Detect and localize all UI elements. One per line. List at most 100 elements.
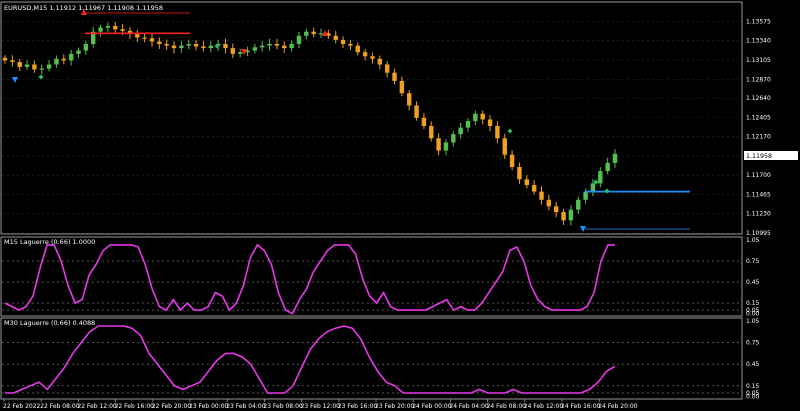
candle-body [429,125,434,139]
candle-body [443,142,449,151]
candle-body [208,45,213,49]
indicator-level-label: 0.75 [746,258,760,265]
time-tick-label: 23 Feb 00:00 [189,403,229,410]
candle-body [113,25,118,30]
candle-body [179,45,184,49]
indicator-level-label: 0.00 [746,394,760,401]
candle-body [237,52,243,54]
candle-body [318,33,324,35]
price-tick-label: 1.13105 [746,57,771,64]
candle-body [465,121,471,128]
candle-body [68,53,74,61]
candle-body [539,191,544,200]
price-tick-label: 1.12870 [746,76,771,83]
price-tick-label: 1.13340 [746,38,771,45]
candle-body [142,37,147,39]
candle-body [54,58,59,65]
symbol-title: EURUSD,M15 1.11912 1.11967 1.11908 1.119… [4,4,163,12]
time-tick-label: 23 Feb 08:00 [263,403,303,410]
candle-body [260,45,265,48]
candle-body [333,35,338,40]
candle-body [83,43,89,51]
candle-body [524,179,530,186]
candle-body [487,119,493,126]
candle-body [223,43,228,49]
candle-body [576,199,581,210]
indicator-m15-title: M15 Laguerre (0.66) 1.0000 [4,238,95,246]
indicator-level-label: 0.45 [746,279,760,286]
candle-body [311,31,316,35]
candle-body [17,62,22,67]
candle-body [392,72,397,81]
time-tick-label: 24 Feb 20:00 [598,403,638,410]
candle-body [384,64,390,73]
candle-body [340,39,346,44]
current-price-label: 1.11958 [746,153,772,160]
price-tick-label: 1.12170 [746,134,771,141]
candle-body [252,47,258,51]
candle-body [32,64,37,70]
candle-body [612,153,618,163]
time-tick-label: 23 Feb 12:00 [301,403,341,410]
candle-body [414,105,419,118]
candle-body [296,35,302,44]
price-tick-label: 1.10995 [746,230,771,237]
time-tick-label: 24 Feb 00:00 [412,403,452,410]
candle-body [531,185,537,192]
time-tick-label: 22 Feb 20:00 [152,403,192,410]
candle-body [605,162,610,172]
current-price-tag: 1.11958 [744,151,798,160]
candle-body [76,50,81,54]
candle-body [509,154,515,167]
mt4-chart-window[interactable]: EURUSD,M15 1.11912 1.11967 1.11908 1.119… [0,0,800,411]
candle-body [157,41,162,44]
candle-body [105,25,111,28]
time-tick-label: 22 Feb 08:00 [40,403,80,410]
candle-body [355,45,360,53]
indicator-level-label: 1.05 [746,318,760,325]
indicator-level-label: 0.15 [746,300,760,307]
candle-body [46,64,52,69]
candle-body [186,43,191,46]
candle-body [24,64,30,67]
time-tick-label: 23 Feb 04:00 [226,403,266,410]
price-tick-label: 1.13575 [746,18,771,25]
time-tick-label: 24 Feb 12:00 [524,403,564,410]
price-tick-label: 1.11230 [746,211,771,218]
candle-body [458,127,463,135]
candle-body [370,56,375,59]
candle-body [201,46,206,49]
candle-body [546,199,552,207]
time-tick-label: 22 Feb 16:00 [115,403,155,410]
candle-body [230,48,236,54]
candle-body [282,45,287,49]
price-tick-label: 1.12405 [746,114,771,121]
candle-body [149,38,155,42]
candle-body [164,43,169,46]
candle-body [377,58,383,65]
time-tick-label: 23 Feb 16:00 [338,403,378,410]
candle-body [554,206,559,213]
candle-body [590,183,596,192]
time-tick-label: 23 Feb 20:00 [375,403,415,410]
time-tick-label: 24 Feb 16:00 [561,403,601,410]
candle-body [407,93,412,106]
candle-body [267,43,272,46]
price-tick-label: 1.11700 [746,172,771,179]
candle-body [362,52,368,57]
candle-body [171,45,177,49]
candle-body [568,209,574,221]
time-tick-label: 24 Feb 08:00 [487,403,527,410]
price-tick-label: 1.11465 [746,191,771,198]
candle-body [98,27,103,32]
candle-body [561,212,566,221]
time-tick-label: 22 Feb 2022 [3,403,41,410]
candle-body [436,138,441,151]
candle-body [304,31,309,36]
candle-body [480,113,485,120]
price-tick-label: 1.12640 [746,95,771,102]
candle-body [39,68,44,70]
candle-body [348,43,353,46]
candle-body [2,57,8,61]
indicator-level-label: 0.75 [746,340,760,347]
